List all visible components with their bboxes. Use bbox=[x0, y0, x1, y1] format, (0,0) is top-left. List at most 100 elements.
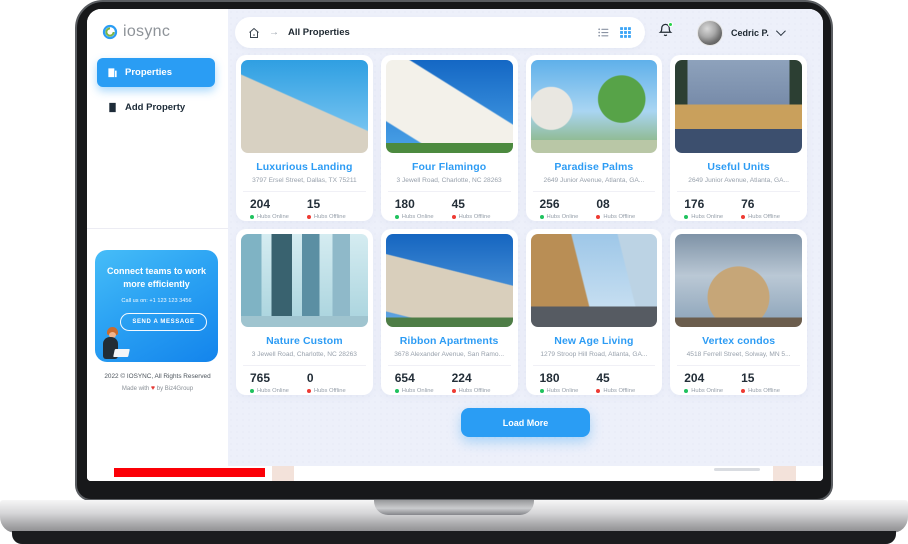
property-name[interactable]: Paradise Palms bbox=[531, 161, 658, 173]
view-toggle bbox=[597, 26, 632, 39]
hubs-online-value: 256 bbox=[539, 197, 560, 211]
property-card[interactable]: Useful Units 2649 Junior Avenue, Atlanta… bbox=[670, 55, 807, 221]
offline-dot-icon bbox=[741, 215, 746, 219]
offline-dot-icon bbox=[306, 389, 311, 393]
made-by-text: by Biz4Group bbox=[156, 386, 194, 392]
hubs-online-value: 180 bbox=[394, 197, 415, 211]
home-icon[interactable] bbox=[248, 27, 260, 39]
hubs-offline-stat: 76 Hubs Offline bbox=[741, 197, 798, 220]
property-name[interactable]: Nature Custom bbox=[241, 335, 368, 347]
property-image bbox=[530, 234, 658, 327]
property-address: 2649 Junior Avenue, Atlanta, GA... bbox=[688, 177, 789, 184]
promo-phone: Call us on: +1 123 123 3456 bbox=[121, 298, 192, 305]
card-stats: 256 Hubs Online 08 Hubs Offline bbox=[531, 192, 658, 220]
bottom-strip bbox=[87, 466, 823, 481]
hubs-online-stat: 256 Hubs Online bbox=[539, 197, 597, 220]
grid-view-icon[interactable] bbox=[619, 26, 632, 39]
offline-dot-icon bbox=[596, 215, 601, 219]
hubs-online-label: Hubs Online bbox=[691, 214, 724, 220]
hubs-offline-value: 08 bbox=[596, 197, 610, 211]
property-name[interactable]: Four Flamingo bbox=[386, 161, 513, 173]
hubs-online-value: 204 bbox=[250, 197, 271, 211]
property-card[interactable]: Nature Custom 3 Jewell Road, Charlotte, … bbox=[236, 229, 373, 395]
property-card[interactable]: New Age Living 1279 Stroop Hill Road, At… bbox=[525, 229, 663, 395]
property-image bbox=[675, 60, 802, 153]
card-stats: 765 Hubs Online 0 Hubs Offline bbox=[241, 366, 368, 394]
hubs-offline-stat: 224 Hubs Offline bbox=[451, 371, 509, 394]
hubs-offline-stat: 15 Hubs Offline bbox=[741, 371, 798, 394]
hubs-online-label-row: Hubs Online bbox=[539, 214, 597, 220]
hubs-online-label-row: Hubs Online bbox=[394, 214, 452, 220]
hubs-online-stat: 204 Hubs Online bbox=[250, 197, 307, 220]
hubs-offline-value: 15 bbox=[306, 197, 321, 211]
hubs-offline-stat: 08 Hubs Offline bbox=[596, 197, 653, 220]
offline-dot-icon bbox=[741, 389, 746, 393]
hubs-online-label: Hubs Online bbox=[257, 388, 289, 394]
breadcrumb: → All Properties bbox=[235, 17, 645, 48]
sidebar-item-label: Properties bbox=[125, 67, 172, 78]
hubs-online-label: Hubs Online bbox=[401, 388, 434, 394]
property-card[interactable]: Vertex condos 4518 Ferrell Street, Solwa… bbox=[670, 229, 807, 395]
property-card[interactable]: Luxurious Landing 3797 Ersel Street, Dal… bbox=[236, 55, 373, 221]
send-message-button[interactable]: SEND A MESSAGE bbox=[120, 313, 207, 332]
property-name[interactable]: Useful Units bbox=[675, 161, 802, 173]
hubs-offline-value: 224 bbox=[451, 371, 472, 385]
hubs-online-value: 654 bbox=[394, 371, 415, 385]
sidebar-item-label: Add Property bbox=[125, 102, 186, 113]
hubs-online-label-row: Hubs Online bbox=[539, 388, 597, 394]
main-content: → All Properties Cedric P. Luxurious Lan… bbox=[228, 9, 823, 481]
add-building-icon bbox=[109, 102, 116, 113]
hubs-online-stat: 765 Hubs Online bbox=[250, 371, 307, 394]
online-dot-icon bbox=[250, 389, 254, 393]
notifications-button[interactable] bbox=[658, 22, 673, 43]
sidebar-item-properties[interactable]: Properties bbox=[97, 58, 215, 87]
load-more-button[interactable]: Load More bbox=[461, 408, 590, 437]
property-image bbox=[530, 60, 658, 153]
property-card[interactable]: Paradise Palms 2649 Junior Avenue, Atlan… bbox=[525, 55, 663, 221]
hubs-offline-label: Hubs Offline bbox=[748, 388, 780, 394]
property-name[interactable]: New Age Living bbox=[531, 335, 658, 347]
hubs-online-stat: 180 Hubs Online bbox=[394, 197, 452, 220]
heart-icon: ♥ bbox=[150, 385, 156, 392]
property-name[interactable]: Ribbon Apartments bbox=[386, 335, 513, 347]
online-dot-icon bbox=[539, 389, 544, 393]
online-dot-icon bbox=[394, 389, 399, 393]
hubs-offline-value: 76 bbox=[741, 197, 755, 211]
property-card[interactable]: Ribbon Apartments 3678 Alexander Avenue,… bbox=[380, 229, 518, 395]
laptop-notch bbox=[374, 500, 534, 515]
hubs-offline-value: 15 bbox=[741, 371, 755, 385]
hubs-offline-value: 45 bbox=[451, 197, 465, 211]
property-name[interactable]: Luxurious Landing bbox=[241, 161, 368, 173]
hubs-online-stat: 204 Hubs Online bbox=[684, 371, 741, 394]
promo-card: Connect teams to work more efficiently C… bbox=[95, 250, 218, 362]
property-name[interactable]: Vertex condos bbox=[675, 335, 802, 347]
hubs-online-value: 180 bbox=[539, 371, 560, 385]
user-menu[interactable]: Cedric P. bbox=[697, 19, 786, 46]
card-stats: 180 Hubs Online 45 Hubs Offline bbox=[386, 192, 513, 220]
sidebar-item-add-property[interactable]: Add Property bbox=[97, 93, 215, 122]
hubs-offline-stat: 0 Hubs Offline bbox=[306, 371, 364, 394]
gray-line bbox=[714, 468, 760, 471]
offline-dot-icon bbox=[451, 215, 456, 219]
property-address: 1279 Stroop Hill Road, Atlanta, GA... bbox=[540, 351, 648, 358]
hubs-offline-label: Hubs Offline bbox=[313, 388, 346, 394]
hubs-offline-value: 0 bbox=[306, 371, 314, 385]
hubs-offline-label-row: Hubs Offline bbox=[596, 214, 653, 220]
property-card[interactable]: Four Flamingo 3 Jewell Road, Charlotte, … bbox=[380, 55, 518, 221]
hubs-online-label-row: Hubs Online bbox=[394, 388, 452, 394]
hubs-online-label: Hubs Online bbox=[691, 388, 724, 394]
card-stats: 204 Hubs Online 15 Hubs Offline bbox=[241, 192, 368, 220]
breadcrumb-current: All Properties bbox=[288, 27, 350, 38]
notification-dot bbox=[668, 22, 673, 27]
property-address: 3 Jewell Road, Charlotte, NC 28263 bbox=[396, 177, 502, 184]
property-address: 3797 Ersel Street, Dallas, TX 75211 bbox=[252, 177, 357, 184]
list-view-icon[interactable] bbox=[597, 26, 610, 39]
hubs-online-label: Hubs Online bbox=[401, 214, 434, 220]
iosync-logo-icon bbox=[102, 24, 118, 40]
hubs-online-value: 204 bbox=[684, 371, 705, 385]
breadcrumb-arrow-icon: → bbox=[269, 27, 279, 38]
hubs-online-value: 765 bbox=[250, 371, 271, 385]
hubs-offline-label-row: Hubs Offline bbox=[306, 388, 364, 394]
offline-dot-icon bbox=[306, 215, 311, 219]
hubs-online-value: 176 bbox=[684, 197, 705, 211]
